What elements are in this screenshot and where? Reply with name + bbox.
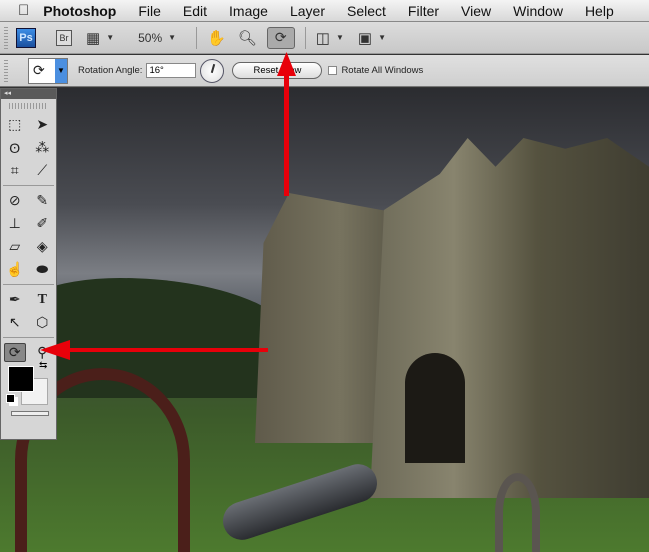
- menu-bar:  Photoshop File Edit Image Layer Select…: [0, 0, 649, 22]
- shape-tool-icon[interactable]: ⬡: [31, 314, 53, 331]
- document-canvas[interactable]: [0, 88, 649, 552]
- menu-image[interactable]: Image: [229, 3, 268, 19]
- rotate-all-windows-label: Rotate All Windows: [341, 65, 424, 76]
- divider: [3, 185, 54, 186]
- swap-colors-icon[interactable]: ⇆: [39, 360, 47, 371]
- foreground-color-swatch[interactable]: [8, 366, 34, 392]
- zoom-level-dropdown[interactable]: 50%: [138, 31, 162, 45]
- grip-handle[interactable]: [4, 59, 8, 82]
- pen-tool-icon[interactable]: ✒: [4, 291, 26, 308]
- move-tool-icon[interactable]: ➤: [31, 116, 53, 133]
- default-colors-icon[interactable]: [6, 394, 15, 403]
- clone-stamp-tool-icon[interactable]: ⊥: [4, 215, 26, 232]
- reset-view-button[interactable]: Reset View: [232, 62, 323, 79]
- menu-file[interactable]: File: [138, 3, 161, 19]
- rotation-angle-input[interactable]: [146, 63, 197, 78]
- rotation-angle-label: Rotation Angle:: [78, 65, 143, 76]
- quick-mask-button[interactable]: [11, 411, 49, 416]
- menu-help[interactable]: Help: [585, 3, 614, 19]
- menu-filter[interactable]: Filter: [408, 3, 439, 19]
- magic-wand-tool-icon[interactable]: ⁂: [31, 139, 53, 156]
- menu-window[interactable]: Window: [513, 3, 563, 19]
- path-selection-tool-icon[interactable]: ↖: [4, 314, 26, 331]
- photoshop-logo: Ps: [16, 27, 36, 48]
- eraser-tool-icon[interactable]: ▱: [4, 238, 26, 255]
- menu-layer[interactable]: Layer: [290, 3, 325, 19]
- tool-preset-picker[interactable]: ⟳ ▼: [28, 57, 68, 84]
- photo-castle-doorway: [405, 353, 465, 463]
- divider: [196, 26, 198, 49]
- grip-handle[interactable]: [4, 26, 8, 49]
- chevron-down-icon[interactable]: ▼: [168, 33, 176, 42]
- sponge-tool-icon[interactable]: ⬬: [31, 261, 53, 278]
- smudge-tool-icon[interactable]: ☝: [4, 261, 26, 278]
- arrange-documents-icon[interactable]: ◫: [316, 29, 330, 47]
- hand-tool-icon[interactable]: ✋: [207, 29, 226, 47]
- launch-bridge-button[interactable]: Br: [56, 29, 72, 46]
- divider: [304, 26, 306, 49]
- rotate-view-tool-icon[interactable]: ⟳: [3, 343, 26, 362]
- rotation-dial[interactable]: [200, 58, 225, 83]
- menu-photoshop[interactable]: Photoshop: [43, 3, 116, 19]
- rotate-all-windows-checkbox[interactable]: [328, 66, 338, 75]
- eyedropper-tool-icon[interactable]: ⟋: [31, 162, 53, 179]
- rotate-view-tool-button[interactable]: ⟳: [266, 26, 295, 49]
- rotate-view-icon: ⟳: [33, 62, 45, 78]
- annotation-arrow-left: [66, 348, 268, 352]
- menu-view[interactable]: View: [461, 3, 491, 19]
- history-brush-tool-icon[interactable]: ✐: [31, 215, 53, 232]
- chevron-down-icon: ▼: [55, 58, 67, 83]
- marquee-tool-icon[interactable]: ⬚: [4, 116, 26, 133]
- brush-tool-icon[interactable]: ✎: [31, 192, 53, 209]
- paint-bucket-tool-icon[interactable]: ◈: [31, 238, 53, 255]
- divider: [3, 284, 54, 285]
- zoom-tool-icon[interactable]: 🔍︎: [238, 29, 257, 47]
- screen-mode-icon[interactable]: ▣: [358, 29, 372, 47]
- photo-cannon-wheel-right: [495, 473, 540, 552]
- type-tool-icon[interactable]: T: [31, 292, 53, 308]
- crop-tool-icon[interactable]: ⌗: [4, 162, 26, 179]
- lasso-tool-icon[interactable]: ʘ: [4, 140, 26, 156]
- application-bar: Ps Br ▦ ▼ 50% ▼ ✋ 🔍︎ ⟳ ◫ ▼ ▣ ▼: [0, 22, 649, 54]
- menu-select[interactable]: Select: [347, 3, 386, 19]
- healing-brush-tool-icon[interactable]: ⊘: [4, 192, 26, 209]
- divider: [3, 337, 54, 338]
- annotation-arrow-up: [284, 70, 289, 196]
- chevron-down-icon[interactable]: ▼: [106, 33, 114, 42]
- chevron-down-icon[interactable]: ▼: [378, 33, 386, 42]
- tools-panel: ◂◂ ⬚ ➤ ʘ ⁂ ⌗ ⟋ ⊘ ✎ ⊥ ✐ ▱ ◈ ☝ ⬬ ✒ T ↖ ⬡ ⟳ ⚲ ⇆: [0, 88, 57, 440]
- photo-cannon-barrel: [218, 459, 382, 545]
- panel-collapse-button[interactable]: ◂◂: [1, 89, 56, 99]
- panel-grip[interactable]: [9, 103, 48, 109]
- view-extras-icon[interactable]: ▦: [86, 29, 100, 47]
- menu-edit[interactable]: Edit: [183, 3, 207, 19]
- chevron-down-icon[interactable]: ▼: [336, 33, 344, 42]
- apple-menu-icon[interactable]: : [18, 2, 29, 19]
- options-bar: ⟳▼ Rotation Angle: Reset View Rotate All…: [0, 55, 649, 87]
